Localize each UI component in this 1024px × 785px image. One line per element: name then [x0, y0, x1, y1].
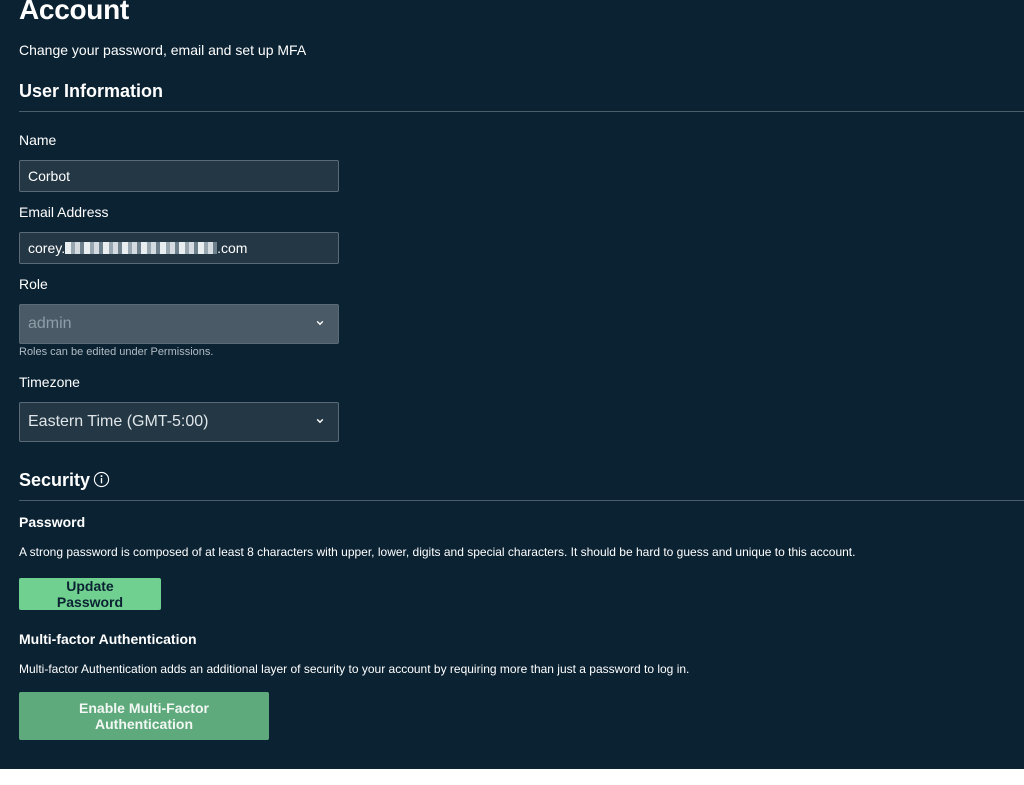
- chevron-down-icon: [316, 320, 324, 326]
- section-divider: [19, 111, 1024, 112]
- enable-mfa-button[interactable]: Enable Multi-Factor Authentication: [19, 692, 269, 740]
- timezone-select[interactable]: Eastern Time (GMT-5:00): [19, 402, 339, 442]
- email-value-suffix: .com: [217, 240, 248, 256]
- name-label: Name: [19, 132, 57, 148]
- email-value-prefix: corey.: [28, 240, 66, 256]
- section-divider: [19, 500, 1024, 501]
- name-input[interactable]: Corbot: [19, 160, 339, 192]
- role-label: Role: [19, 276, 48, 292]
- page-title: Account: [19, 0, 129, 25]
- chevron-down-icon: [316, 418, 324, 424]
- info-icon[interactable]: [93, 471, 110, 488]
- role-select-value: admin: [28, 315, 72, 332]
- redacted-email-block: [65, 242, 218, 255]
- email-label: Email Address: [19, 204, 109, 220]
- mfa-heading: Multi-factor Authentication: [19, 631, 197, 647]
- timezone-label: Timezone: [19, 374, 80, 390]
- page-subtitle: Change your password, email and set up M…: [19, 42, 307, 58]
- timezone-select-value: Eastern Time (GMT-5:00): [28, 413, 209, 430]
- role-select: admin: [19, 304, 339, 344]
- mfa-description: Multi-factor Authentication adds an addi…: [19, 662, 690, 676]
- security-heading: Security: [19, 470, 91, 490]
- password-heading: Password: [19, 514, 86, 530]
- role-helper-text: Roles can be edited under Permissions.: [19, 346, 214, 358]
- user-information-heading: User Information: [19, 81, 164, 101]
- password-description: A strong password is composed of at leas…: [19, 545, 856, 559]
- email-input[interactable]: corey. .com: [19, 232, 339, 264]
- update-password-button[interactable]: Update Password: [19, 578, 161, 610]
- name-input-value: Corbot: [28, 168, 71, 184]
- account-panel: Account Change your password, email and …: [0, 0, 1024, 769]
